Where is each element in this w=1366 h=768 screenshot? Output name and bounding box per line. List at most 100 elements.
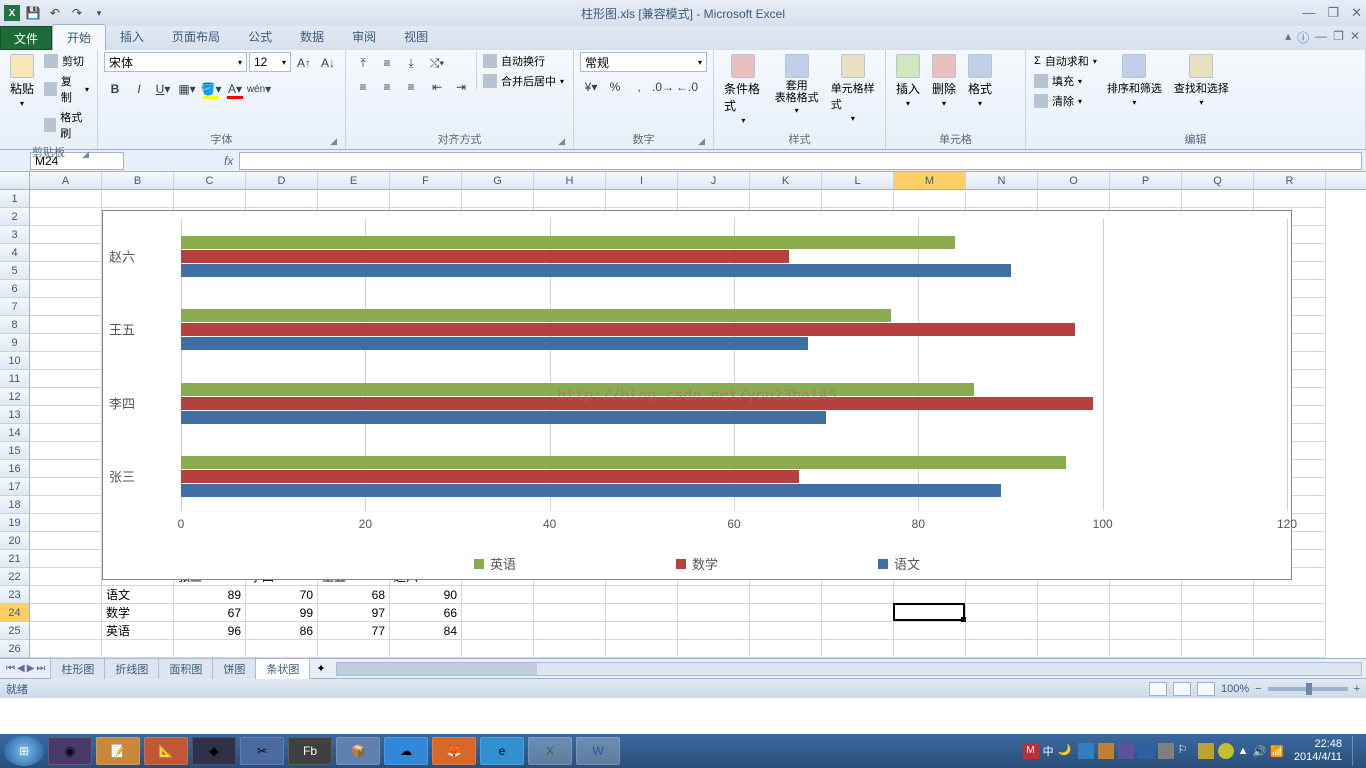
cell[interactable]: 99 [246, 604, 318, 622]
show-desktop-button[interactable] [1352, 736, 1362, 766]
column-header[interactable]: N [966, 172, 1038, 189]
clipboard-dialog-icon[interactable]: ◢ [82, 149, 89, 160]
doc-close-icon[interactable]: ✕ [1350, 29, 1360, 46]
comma-icon[interactable]: , [628, 76, 650, 98]
align-left-icon[interactable]: ≡ [352, 76, 374, 98]
cell[interactable] [30, 478, 102, 496]
cell[interactable]: 97 [318, 604, 390, 622]
cell[interactable] [102, 190, 174, 208]
new-sheet-icon[interactable]: ✦ [310, 662, 331, 675]
cell[interactable] [174, 640, 246, 658]
row-header[interactable]: 5 [0, 262, 30, 280]
cell[interactable] [1038, 640, 1110, 658]
row-header[interactable]: 12 [0, 388, 30, 406]
tray-icon-7[interactable] [1218, 743, 1234, 759]
underline-button[interactable]: U▾ [152, 78, 174, 100]
cell[interactable] [1254, 586, 1326, 604]
column-header[interactable]: L [822, 172, 894, 189]
cell[interactable] [1254, 622, 1326, 640]
tray-hidden-icons[interactable]: ▲ [1238, 745, 1249, 757]
cell[interactable] [750, 640, 822, 658]
tray-icon-moon[interactable]: 🌙 [1058, 743, 1074, 759]
row-header[interactable]: 10 [0, 352, 30, 370]
normal-view-icon[interactable] [1149, 682, 1167, 696]
close-button[interactable]: ✕ [1351, 5, 1362, 21]
tray-icon-1[interactable] [1078, 743, 1094, 759]
cell[interactable] [606, 640, 678, 658]
grow-font-icon[interactable]: A↑ [293, 52, 315, 74]
cell[interactable] [678, 586, 750, 604]
font-name-dropdown[interactable]: 宋体▾ [104, 52, 247, 72]
sheet-nav-next-icon[interactable]: ▶ [27, 663, 35, 674]
column-header[interactable]: G [462, 172, 534, 189]
taskbar-app-eclipse[interactable]: ◉ [48, 737, 92, 765]
align-center-icon[interactable]: ≡ [376, 76, 398, 98]
cell[interactable] [822, 622, 894, 640]
cell[interactable] [1254, 640, 1326, 658]
tray-icon-6[interactable] [1198, 743, 1214, 759]
cell[interactable] [1110, 622, 1182, 640]
qat-redo-icon[interactable]: ↷ [68, 4, 86, 22]
doc-minimize-icon[interactable]: — [1315, 29, 1327, 46]
wrap-text-button[interactable]: 自动换行 [481, 52, 566, 70]
row-header[interactable]: 2 [0, 208, 30, 226]
cell[interactable] [750, 586, 822, 604]
row-header[interactable]: 4 [0, 244, 30, 262]
cell[interactable] [534, 622, 606, 640]
cell[interactable] [750, 190, 822, 208]
align-top-icon[interactable]: ⤒ [352, 52, 374, 74]
qat-save-icon[interactable]: 💾 [24, 4, 42, 22]
cell[interactable] [462, 586, 534, 604]
cell[interactable] [1110, 586, 1182, 604]
cell[interactable] [30, 604, 102, 622]
row-header[interactable]: 9 [0, 334, 30, 352]
font-dialog-icon[interactable]: ◢ [330, 136, 337, 147]
taskbar-clock[interactable]: 22:48 2014/4/11 [1288, 738, 1348, 764]
font-color-button[interactable]: A▾ [224, 78, 246, 100]
row-header[interactable]: 15 [0, 442, 30, 460]
zoom-level[interactable]: 100% [1221, 683, 1249, 695]
tray-icon-flag[interactable]: ⚐ [1178, 743, 1194, 759]
tray-icon-m[interactable]: M [1023, 743, 1039, 759]
row-header[interactable]: 3 [0, 226, 30, 244]
row-header[interactable]: 17 [0, 478, 30, 496]
cell[interactable] [678, 640, 750, 658]
cell[interactable]: 90 [390, 586, 462, 604]
cell[interactable]: 英语 [102, 622, 174, 640]
sheet-tab[interactable]: 条状图 [255, 658, 310, 679]
tray-icon-4[interactable] [1138, 743, 1154, 759]
cell[interactable]: 77 [318, 622, 390, 640]
border-button[interactable]: ▦▾ [176, 78, 198, 100]
cell[interactable] [894, 190, 966, 208]
chart-bar[interactable] [181, 456, 1066, 469]
cell[interactable]: 语文 [102, 586, 174, 604]
cell[interactable] [1038, 622, 1110, 640]
row-header[interactable]: 16 [0, 460, 30, 478]
chart-bar[interactable] [181, 484, 1001, 497]
horizontal-scrollbar[interactable] [336, 662, 1362, 676]
column-header[interactable]: D [246, 172, 318, 189]
tray-volume-icon[interactable]: 🔊 [1252, 745, 1266, 758]
column-header[interactable]: B [102, 172, 174, 189]
cell[interactable] [966, 190, 1038, 208]
row-header[interactable]: 21 [0, 550, 30, 568]
column-header[interactable]: E [318, 172, 390, 189]
cut-button[interactable]: 剪切 [42, 52, 91, 70]
cell[interactable] [678, 622, 750, 640]
column-header[interactable]: R [1254, 172, 1326, 189]
row-header[interactable]: 19 [0, 514, 30, 532]
bold-button[interactable]: B [104, 78, 126, 100]
row-header[interactable]: 13 [0, 406, 30, 424]
cell[interactable] [390, 640, 462, 658]
column-header[interactable]: I [606, 172, 678, 189]
chart-bar[interactable] [181, 383, 974, 396]
worksheet-grid[interactable]: ABCDEFGHIJKLMNOPQR 123456789101112131415… [0, 172, 1366, 658]
cell[interactable] [102, 640, 174, 658]
fill-color-button[interactable]: 🪣▾ [200, 78, 222, 100]
column-header[interactable]: M [894, 172, 966, 189]
italic-button[interactable]: I [128, 78, 150, 100]
taskbar-app-firefox[interactable]: 🦊 [432, 737, 476, 765]
taskbar-app-snip[interactable]: ✂ [240, 737, 284, 765]
orientation-icon[interactable]: ⤭▾ [426, 52, 448, 74]
cell[interactable] [30, 226, 102, 244]
